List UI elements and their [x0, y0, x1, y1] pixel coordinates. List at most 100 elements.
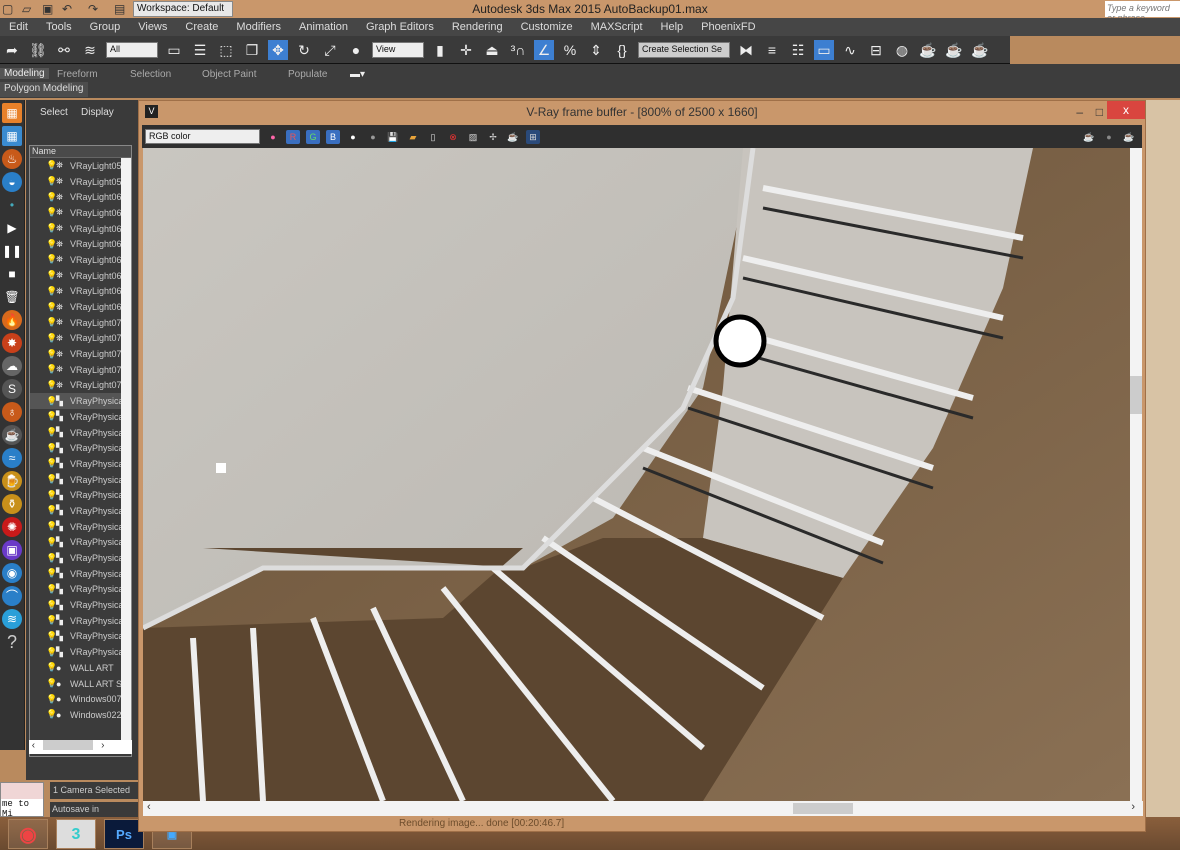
pivot-icon[interactable]: ▮	[430, 40, 450, 60]
scene-list-item[interactable]: 💡 ⛯ VRayLight06	[30, 299, 131, 315]
visibility-bulb-icon[interactable]: 💡	[46, 521, 57, 532]
scene-explorer-icon[interactable]: ▭	[814, 39, 834, 60]
named-selection-dropdown[interactable]: Create Selection Se	[638, 41, 730, 58]
mono-icon[interactable]: ●	[366, 130, 380, 144]
manipulate-icon[interactable]: ✛	[456, 40, 476, 60]
scene-list-item[interactable]: 💡 ⛯ VRayLight06	[30, 268, 131, 284]
scene-list-item[interactable]: 💡 ▚ VRayPhysica	[30, 456, 131, 472]
window-crossing-icon[interactable]: ❐	[242, 40, 262, 60]
scene-list-item[interactable]: 💡 ▚ VRayPhysica	[30, 440, 131, 456]
particles-icon[interactable]: •	[2, 195, 22, 215]
tab-modeling[interactable]: Modeling	[0, 68, 49, 79]
unlink-icon[interactable]: ⚯	[54, 40, 74, 60]
visibility-bulb-icon[interactable]: 💡	[46, 568, 57, 579]
fire-preset-icon[interactable]: 🔥	[2, 310, 22, 330]
scene-list-item[interactable]: 💡 ⛯ VRayLight07	[30, 362, 131, 378]
phoenix-fire-grid-icon[interactable]: ▦	[2, 103, 22, 123]
scene-list-item[interactable]: 💡 ▚ VRayPhysica	[30, 393, 131, 409]
render-icon[interactable]: ☕	[1082, 130, 1096, 144]
tab-object-paint[interactable]: Object Paint	[202, 69, 256, 80]
scale-icon[interactable]: ⤢	[320, 40, 340, 60]
scene-list-item[interactable]: 💡 ⛯ VRayLight06	[30, 189, 131, 205]
visibility-bulb-icon[interactable]: 💡	[46, 631, 57, 642]
tab-populate[interactable]: Populate	[288, 69, 327, 80]
keyboard-shortcut-icon[interactable]: ⏏	[482, 40, 502, 60]
pause-sim-icon[interactable]: ❚❚	[2, 241, 22, 261]
scene-list-item[interactable]: 💡 ⛯ VRayLight06	[30, 221, 131, 237]
menu-group[interactable]: Group	[81, 21, 130, 33]
move-icon[interactable]: ✥	[268, 39, 288, 60]
edit-named-selection-icon[interactable]: {}	[612, 40, 632, 60]
angle-snap-icon[interactable]: ∠	[534, 39, 554, 60]
visibility-bulb-icon[interactable]: 💡	[46, 333, 57, 344]
scene-list-item[interactable]: 💡 ▚ VRayPhysica	[30, 613, 131, 629]
explosion-preset-icon[interactable]: ✸	[2, 333, 22, 353]
duplicate-vfb-icon[interactable]: ▯	[426, 130, 440, 144]
menu-views[interactable]: Views	[129, 21, 176, 33]
visibility-bulb-icon[interactable]: 💡	[46, 160, 57, 171]
rect-selection-icon[interactable]: ⬚	[216, 40, 236, 60]
visibility-bulb-icon[interactable]: 💡	[46, 254, 57, 265]
material-editor-icon[interactable]: ◍	[892, 40, 912, 60]
scene-list-item[interactable]: 💡 ⛯ VRayLight06	[30, 236, 131, 252]
scene-list-item[interactable]: 💡 ⛯ VRayLight07	[30, 315, 131, 331]
polygon-modeling-panel[interactable]: Polygon Modeling	[0, 82, 88, 97]
red-channel-button[interactable]: R	[286, 129, 300, 144]
scene-list-item[interactable]: 💡 ▚ VRayPhysica	[30, 644, 131, 660]
spinner-snap-icon[interactable]: ⇕	[586, 40, 606, 60]
scene-list-item[interactable]: 💡 ▚ VRayPhysica	[30, 519, 131, 535]
minimize-button[interactable]: –	[1076, 101, 1083, 123]
visibility-bulb-icon[interactable]: 💡	[46, 694, 57, 705]
visibility-bulb-icon[interactable]: 💡	[46, 600, 57, 611]
visibility-bulb-icon[interactable]: 💡	[46, 317, 57, 328]
liquid-source-icon[interactable]: ◒	[2, 172, 22, 192]
percent-snap-icon[interactable]: %	[560, 40, 580, 60]
visibility-bulb-icon[interactable]: 💡	[46, 427, 57, 438]
visibility-bulb-icon[interactable]: 💡	[46, 286, 57, 297]
menu-maxscript[interactable]: MAXScript	[582, 21, 652, 33]
tab-freeform[interactable]: Freeform	[57, 69, 98, 80]
scene-list-item[interactable]: 💡 ⛯ VRayLight07	[30, 346, 131, 362]
color-channels-icon[interactable]: ●	[266, 130, 280, 144]
visibility-bulb-icon[interactable]: 💡	[46, 584, 57, 595]
visibility-bulb-icon[interactable]: 💡	[46, 192, 57, 203]
scene-list-item[interactable]: 💡 ● Windows007	[30, 691, 131, 707]
bind-spacewarp-icon[interactable]: ≋	[80, 40, 100, 60]
visibility-bulb-icon[interactable]: 💡	[46, 411, 57, 422]
tab-selection[interactable]: Selection	[130, 69, 171, 80]
link-icon[interactable]: ⛓	[28, 40, 48, 60]
close-button[interactable]: x	[1107, 101, 1145, 119]
menu-animation[interactable]: Animation	[290, 21, 357, 33]
mirror-icon[interactable]: ⧓	[736, 40, 756, 60]
column-header-name[interactable]: Name	[30, 146, 131, 158]
explorer-tab-select[interactable]: Select	[40, 107, 68, 118]
schematic-view-icon[interactable]: ⊟	[866, 40, 886, 60]
menu-create[interactable]: Create	[176, 21, 227, 33]
region-render-icon[interactable]: ✢	[486, 130, 500, 144]
maximize-button[interactable]: □	[1096, 101, 1103, 123]
beer-preset-icon[interactable]: 🍺	[2, 471, 22, 491]
scene-list-item[interactable]: 💡 ▚ VRayPhysica	[30, 566, 131, 582]
reference-coordinate-dropdown[interactable]: View	[372, 41, 424, 58]
track-mouse-icon[interactable]: ▨	[466, 130, 480, 144]
visibility-bulb-icon[interactable]: 💡	[46, 553, 57, 564]
scene-list-item[interactable]: 💡 ▚ VRayPhysica	[30, 487, 131, 503]
tank-preset-icon[interactable]: ▣	[2, 540, 22, 560]
menu-tools[interactable]: Tools	[37, 21, 81, 33]
visibility-bulb-icon[interactable]: 💡	[46, 380, 57, 391]
scene-list-item[interactable]: 💡 ▚ VRayPhysica	[30, 425, 131, 441]
candle-preset-icon[interactable]: ♁	[2, 402, 22, 422]
list-horizontal-scrollbar[interactable]: ‹ ›	[29, 740, 132, 754]
scene-list-item[interactable]: 💡 ⛯ VRayLight05	[30, 174, 131, 190]
visibility-bulb-icon[interactable]: 💡	[46, 396, 57, 407]
taskbar-3dsmax[interactable]: 3	[56, 819, 96, 849]
drain-preset-icon[interactable]: ◉	[2, 563, 22, 583]
blue-channel-button[interactable]: B	[326, 129, 340, 144]
layer-manager-icon[interactable]: ☷	[788, 40, 808, 60]
explorer-tab-display[interactable]: Display	[81, 107, 114, 118]
help-icon[interactable]: ?	[2, 632, 22, 652]
scene-list-item[interactable]: 💡 ● WALL ART	[30, 660, 131, 676]
scene-list-item[interactable]: 💡 ⛯ VRayLight06	[30, 205, 131, 221]
visibility-bulb-icon[interactable]: 💡	[46, 270, 57, 281]
scene-list-item[interactable]: 💡 ▚ VRayPhysica	[30, 472, 131, 488]
